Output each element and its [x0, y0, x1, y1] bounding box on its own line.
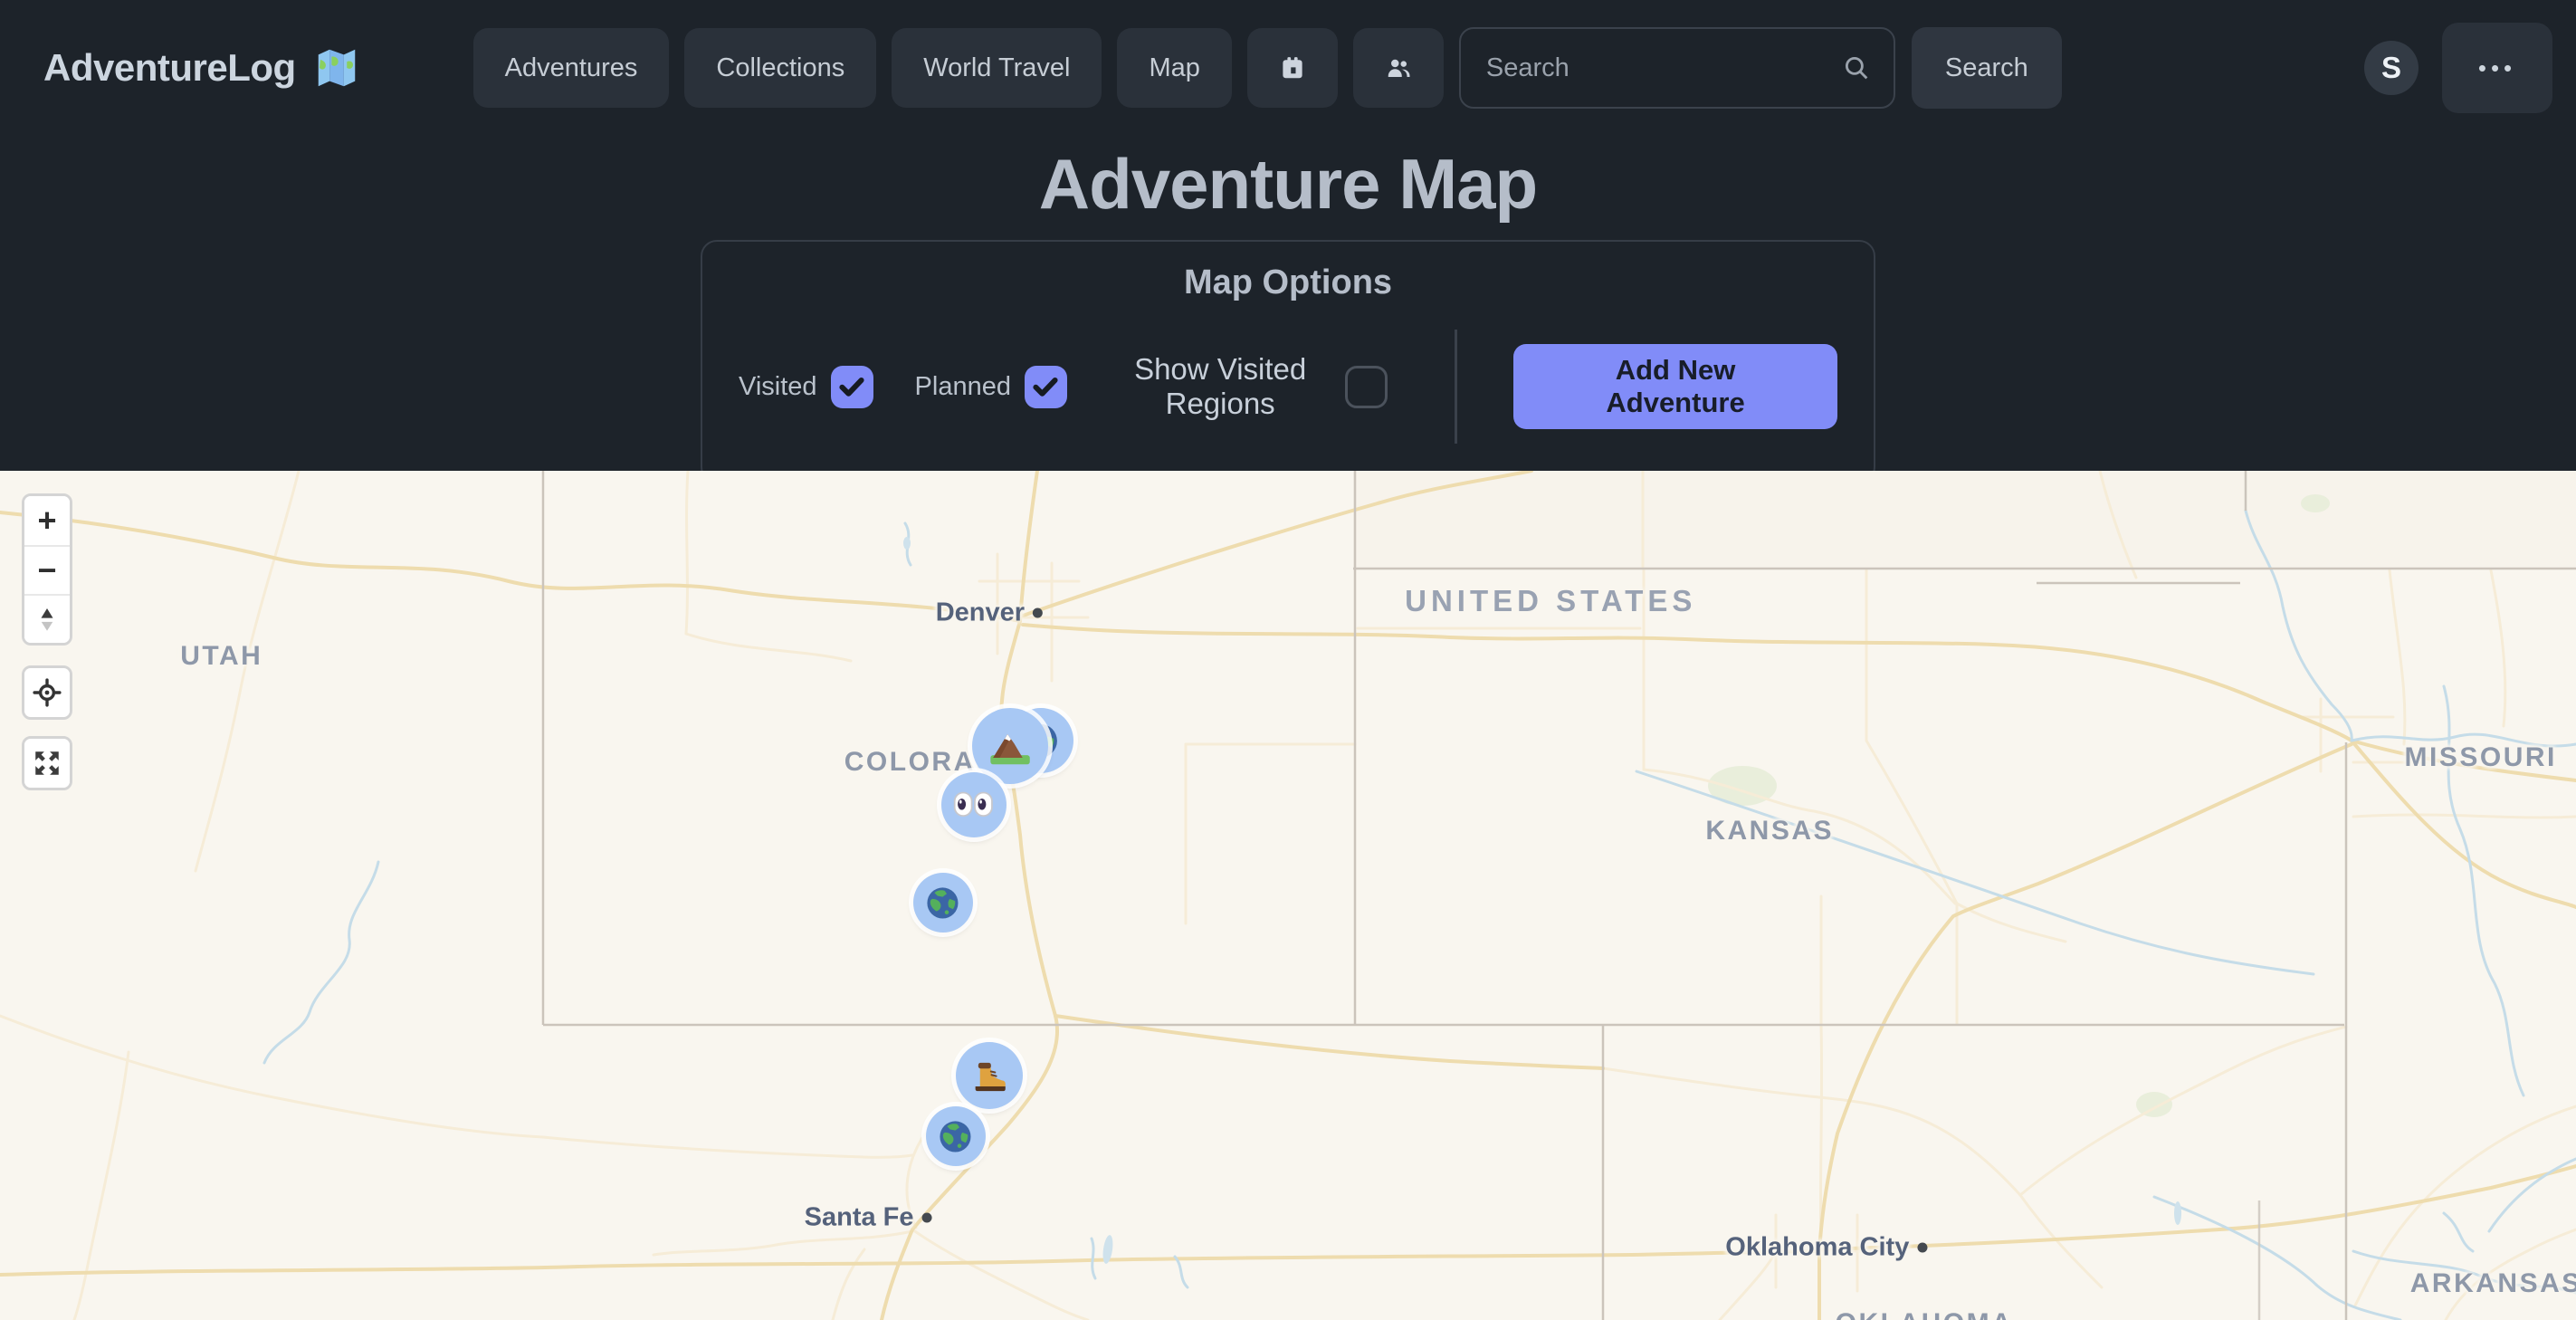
- adventure-marker-eyes-emoji[interactable]: [941, 772, 1007, 837]
- city-label-oklahoma-city: Oklahoma City: [1725, 1233, 1927, 1263]
- toggle-planned[interactable]: Planned: [915, 366, 1067, 408]
- checked-checkbox[interactable]: [831, 366, 873, 408]
- boot-emoji: [968, 1055, 1010, 1096]
- page-title: Adventure Map: [0, 143, 2576, 225]
- adventure-marker-globe-emoji[interactable]: [913, 873, 973, 933]
- map-fullscreen-control: [22, 736, 72, 790]
- zoom-in-icon: +: [37, 504, 56, 537]
- navbar-right: S •••: [2364, 23, 2552, 113]
- nav-item-world-travel[interactable]: World Travel: [892, 28, 1102, 108]
- search-input[interactable]: [1486, 53, 1841, 83]
- locate-icon: [32, 677, 62, 708]
- map-emoji-icon: [312, 43, 361, 92]
- fullscreen-button[interactable]: [24, 739, 70, 788]
- map-locate-control: [22, 665, 72, 720]
- eyes-emoji: [953, 784, 994, 825]
- map-canvas[interactable]: UNITED STATESUTAHCOLORADOKANSASMISSOURIO…: [0, 471, 2576, 1320]
- map-options-heading: Map Options: [739, 263, 1837, 302]
- label-text: UNITED STATES: [1405, 584, 1696, 617]
- state-label-kansas: KANSAS: [1705, 816, 1834, 847]
- search-button[interactable]: Search: [1912, 27, 2062, 109]
- add-new-adventure-button[interactable]: Add New Adventure: [1513, 344, 1837, 429]
- label-text: KANSAS: [1705, 816, 1834, 846]
- label-text: Santa Fe: [805, 1203, 914, 1233]
- globe-emoji: [937, 1118, 974, 1155]
- fullscreen-icon: [32, 748, 62, 779]
- navbar: AdventureLog AdventuresCollectionsWorld …: [0, 0, 2576, 136]
- globe-emoji: [924, 885, 961, 922]
- users-icon: [1385, 50, 1412, 86]
- city-label-denver: Denver: [936, 598, 1043, 627]
- hero: Adventure Map Map Options Visited Planned…: [0, 136, 2576, 471]
- state-label-missouri: MISSOURI: [2405, 742, 2557, 773]
- label-text: ARKANSAS: [2410, 1268, 2576, 1298]
- map-toggles: Visited Planned Show Visited Regions: [739, 352, 1388, 421]
- basemap-tiles: [0, 471, 2576, 1320]
- adventure-marker-globe-emoji[interactable]: [926, 1106, 986, 1166]
- compass-button[interactable]: [24, 594, 70, 643]
- city-dot: [1033, 607, 1043, 617]
- toggle-visited[interactable]: Visited: [739, 366, 873, 408]
- app-name: AdventureLog: [43, 46, 296, 90]
- overflow-menu-button[interactable]: •••: [2442, 23, 2552, 113]
- avatar[interactable]: S: [2364, 41, 2419, 95]
- nav-item-map[interactable]: Map: [1117, 28, 1231, 108]
- adventure-marker-boot-emoji[interactable]: [956, 1042, 1023, 1109]
- city-dot: [922, 1213, 932, 1223]
- label-text: MISSOURI: [2405, 742, 2557, 772]
- map-options-card: Map Options Visited Planned Show Visited R…: [701, 240, 1875, 483]
- state-label-arkansas: ARKANSAS: [2410, 1268, 2576, 1299]
- country-label-united-states: UNITED STATES: [1405, 584, 1696, 618]
- label-text: UTAH: [180, 641, 262, 671]
- state-label-oklahoma: OKLAHOMA: [1836, 1308, 2014, 1320]
- nav-item-adventures[interactable]: Adventures: [473, 28, 670, 108]
- nav-search: Search: [1459, 27, 2062, 109]
- city-dot: [1917, 1243, 1927, 1253]
- locate-button[interactable]: [24, 668, 70, 717]
- app-root: AdventureLog AdventuresCollectionsWorld …: [0, 0, 2576, 1320]
- toggle-label: Visited: [739, 372, 817, 402]
- label-text: Denver: [936, 598, 1025, 627]
- toggle-label: Planned: [915, 372, 1011, 402]
- search-icon: [1841, 53, 1872, 83]
- users-button[interactable]: [1353, 28, 1444, 108]
- mountain-emoji: [987, 722, 1034, 770]
- calendar-button[interactable]: [1247, 28, 1338, 108]
- zoom-in-button[interactable]: +: [24, 496, 70, 545]
- unchecked-checkbox[interactable]: [1345, 366, 1388, 408]
- map-zoom-controls: +−: [22, 493, 72, 646]
- compass-icon: [32, 604, 62, 635]
- search-input-wrap: [1459, 27, 1895, 109]
- checked-checkbox[interactable]: [1025, 366, 1067, 408]
- zoom-out-icon: −: [37, 554, 56, 587]
- state-label-utah: UTAH: [180, 641, 262, 672]
- options-divider: [1455, 330, 1457, 444]
- toggle-label: Show Visited Regions: [1109, 352, 1331, 421]
- city-label-santa-fe: Santa Fe: [805, 1203, 932, 1233]
- label-text: OKLAHOMA: [1836, 1308, 2014, 1320]
- label-text: Oklahoma City: [1725, 1233, 1909, 1263]
- nav-item-collections[interactable]: Collections: [684, 28, 876, 108]
- main-nav: AdventuresCollectionsWorld TravelMap: [473, 28, 1444, 108]
- calendar-icon: [1279, 50, 1306, 86]
- zoom-out-button[interactable]: −: [24, 545, 70, 594]
- app-logo[interactable]: AdventureLog: [43, 43, 361, 92]
- map-options-row: Visited Planned Show Visited Regions Add N…: [739, 330, 1837, 444]
- toggle-show-visited-regions[interactable]: Show Visited Regions: [1109, 352, 1388, 421]
